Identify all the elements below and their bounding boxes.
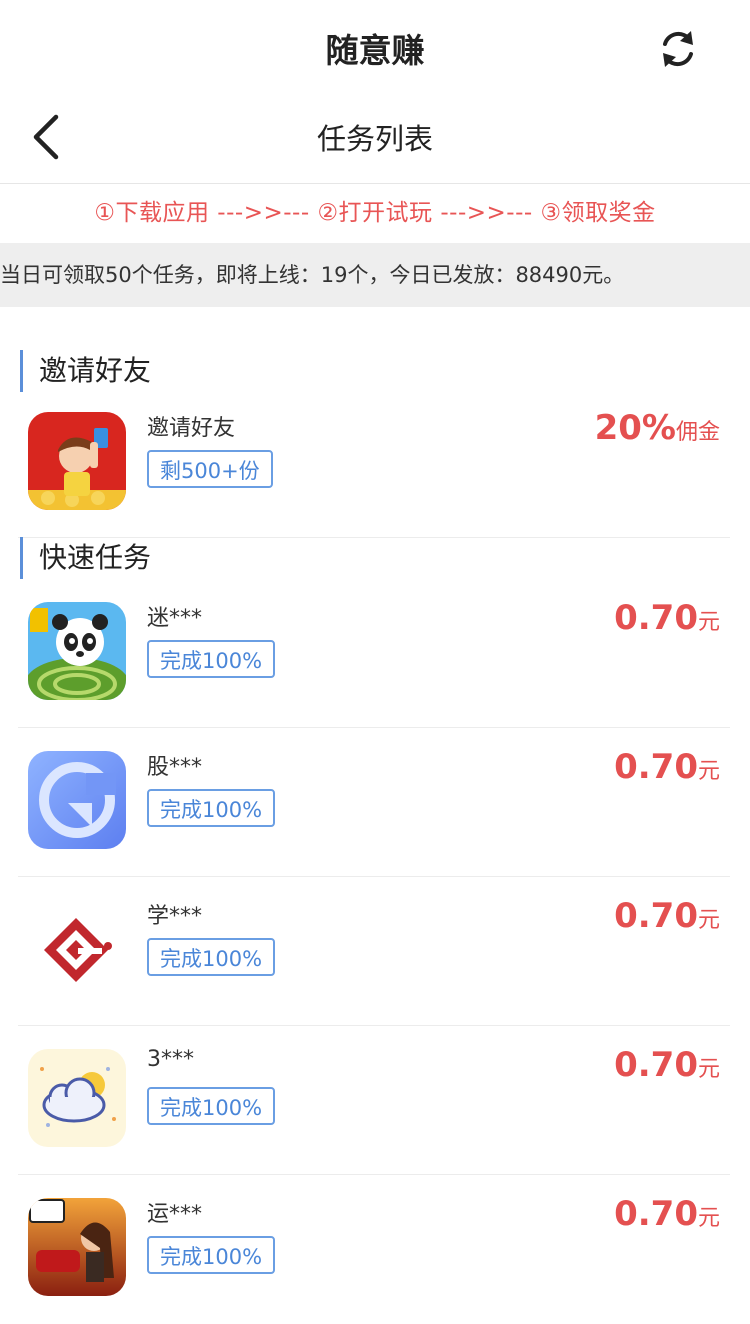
task-reward: 0.70元: [614, 747, 720, 787]
steps-guide: ①下载应用 --->>--- ②打开试玩 --->>--- ③领取奖金: [94, 200, 656, 226]
task-item[interactable]: 学*** 完成100% 0.70元: [18, 878, 730, 1026]
task-item-invite[interactable]: 邀请好友 剩500+份 20%佣金: [18, 390, 730, 538]
task-name: 股***: [147, 755, 203, 780]
reward-amount: 0.70: [614, 896, 698, 936]
panda-maze-app-icon: [28, 602, 126, 700]
stock-app-icon: [28, 751, 126, 849]
task-item[interactable]: 运*** 完成100% 0.70元: [18, 1176, 730, 1324]
task-reward: 0.70元: [614, 598, 720, 638]
nav-bar: 任务列表: [0, 95, 750, 184]
reward-unit: 元: [697, 759, 720, 784]
reward-amount: 0.70: [614, 1194, 698, 1234]
reward-amount: 20%: [594, 408, 676, 448]
task-name: 邀请好友: [147, 416, 236, 441]
reward-amount: 0.70: [614, 598, 698, 638]
task-tag: 完成100%: [147, 789, 276, 827]
task-item[interactable]: 股*** 完成100% 0.70元: [18, 729, 730, 877]
page-title: 任务列表: [316, 122, 433, 156]
task-item[interactable]: 迷*** 完成100% 0.70元: [18, 580, 730, 728]
task-reward: 0.70元: [614, 1045, 720, 1085]
task-tag: 完成100%: [147, 640, 276, 678]
weather-app-icon: [28, 1049, 126, 1147]
top-bar: 随意赚: [0, 0, 750, 95]
task-reward: 20%佣金: [595, 408, 720, 448]
task-reward: 0.70元: [614, 896, 720, 936]
reward-unit: 元: [697, 1057, 720, 1082]
refresh-icon[interactable]: [655, 26, 701, 72]
reward-amount: 0.70: [614, 747, 698, 787]
task-name: 运***: [147, 1202, 203, 1227]
task-name: 3***: [147, 1047, 194, 1072]
invite-app-icon: [28, 412, 126, 510]
section-title-invite: 邀请好友: [20, 350, 151, 392]
section-title-quick: 快速任务: [20, 537, 151, 579]
racing-game-app-icon: [28, 1198, 126, 1296]
study-app-icon: [28, 900, 126, 998]
task-tag: 完成100%: [147, 1236, 276, 1274]
reward-unit: 佣金: [675, 420, 720, 445]
reward-amount: 0.70: [614, 1045, 698, 1085]
task-name: 学***: [147, 904, 203, 929]
reward-unit: 元: [697, 908, 720, 933]
task-tag: 完成100%: [147, 1087, 276, 1125]
task-name: 迷***: [147, 606, 203, 631]
daily-notice: 当日可领取50个任务，即将上线：19个，今日已发放：88490元。: [0, 243, 750, 307]
task-tag: 完成100%: [147, 938, 276, 976]
task-reward: 0.70元: [614, 1194, 720, 1234]
task-item[interactable]: 3*** 完成100% 0.70元: [18, 1027, 730, 1175]
reward-unit: 元: [697, 1206, 720, 1231]
app-title: 随意赚: [325, 31, 425, 70]
reward-unit: 元: [697, 610, 720, 635]
task-tag: 剩500+份: [147, 450, 273, 488]
